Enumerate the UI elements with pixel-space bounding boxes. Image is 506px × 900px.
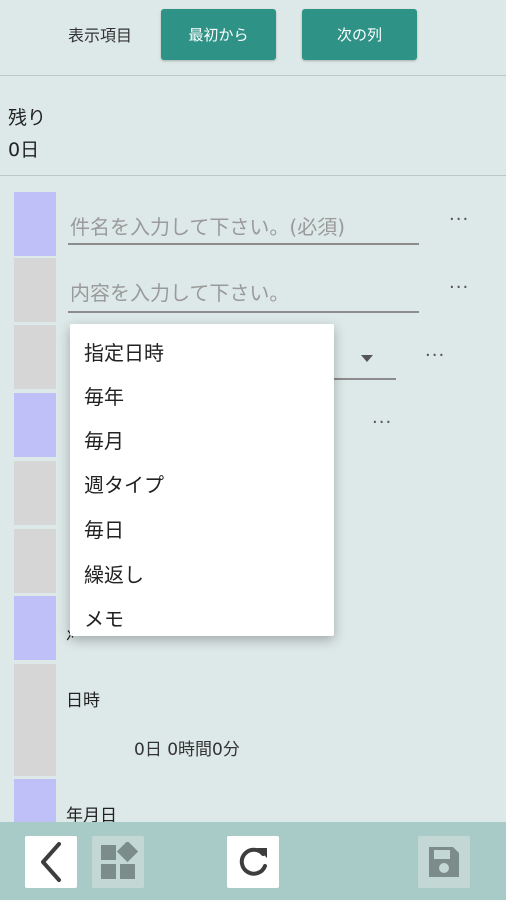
layout-button[interactable] <box>92 836 144 888</box>
display-items-label: 表示項目 <box>68 26 133 45</box>
save-button[interactable] <box>418 836 470 888</box>
title-input-underline <box>68 243 419 245</box>
menu-item-specified-datetime[interactable]: 指定日時 <box>84 337 164 366</box>
back-icon <box>41 842 61 882</box>
menu-item-monthly[interactable]: 毎月 <box>84 425 124 454</box>
content-more-button[interactable]: ··· <box>449 277 469 298</box>
refresh-button[interactable] <box>227 836 279 888</box>
menu-item-repeat[interactable]: 繰返し <box>84 559 144 588</box>
type-dropdown-menu: 指定日時 毎年 毎月 週タイプ 毎日 繰返し メモ <box>70 324 334 636</box>
first-button[interactable]: 最初から <box>161 9 276 60</box>
remaining-label: 残り <box>8 107 47 129</box>
duration-value: 0日 0時間0分 <box>134 740 240 760</box>
content-input-underline <box>68 311 419 313</box>
remaining-value: 0日 <box>8 139 40 161</box>
row-swatch-gray <box>14 258 56 322</box>
save-icon <box>429 847 459 877</box>
row-swatch-gray <box>14 461 56 525</box>
title-more-button[interactable]: ··· <box>449 209 469 230</box>
type-select-underline <box>334 378 396 380</box>
row-swatch-blue <box>14 779 56 822</box>
grid-icon <box>101 842 138 879</box>
row-more-button[interactable]: ··· <box>372 412 392 433</box>
chevron-down-icon[interactable] <box>361 355 373 362</box>
next-column-button[interactable]: 次の列 <box>302 9 417 60</box>
row-swatch-gray <box>14 664 56 776</box>
row-swatch-gray <box>14 325 56 389</box>
title-input[interactable]: 件名を入力して下さい。(必須) <box>70 211 345 240</box>
row-swatch-blue <box>14 596 56 660</box>
row-swatch-gray <box>14 529 56 593</box>
type-more-button[interactable]: ··· <box>425 345 445 366</box>
refresh-icon <box>239 847 267 876</box>
menu-item-daily[interactable]: 毎日 <box>84 514 124 543</box>
header-divider <box>0 75 506 76</box>
datetime-label: 日時 <box>66 691 100 711</box>
back-button[interactable] <box>25 836 77 888</box>
menu-item-yearly[interactable]: 毎年 <box>84 381 124 410</box>
row-swatch-blue <box>14 192 56 256</box>
section-divider <box>0 175 506 176</box>
menu-item-memo[interactable]: メモ <box>84 603 124 632</box>
content-input[interactable]: 内容を入力して下さい。 <box>70 277 289 306</box>
row-swatch-blue <box>14 393 56 457</box>
menu-item-week-type[interactable]: 週タイプ <box>84 469 164 498</box>
